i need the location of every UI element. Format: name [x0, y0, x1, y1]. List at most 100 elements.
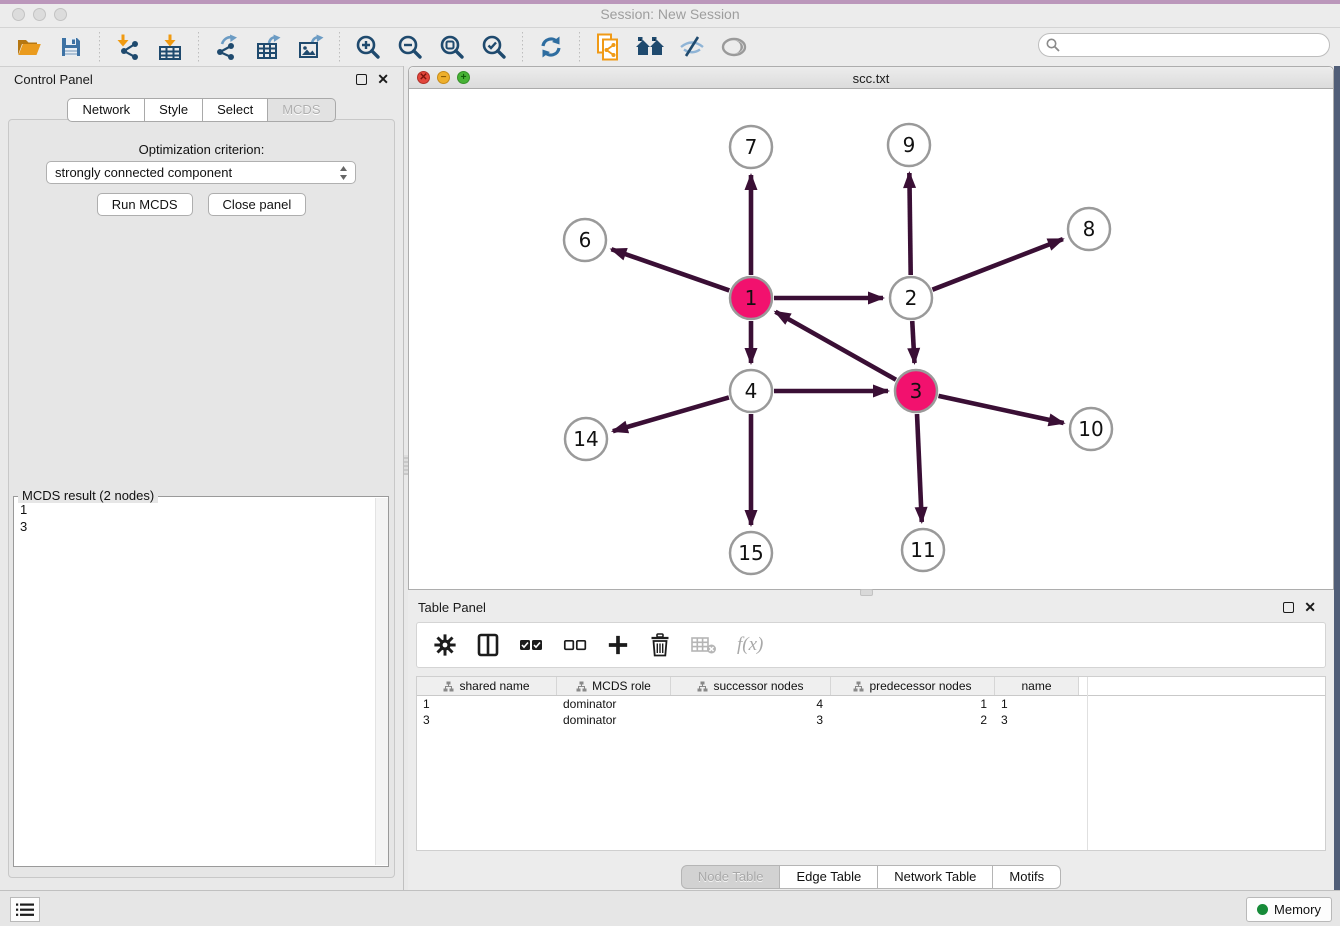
table-row[interactable]: 1 dominator 4 1 1 [417, 696, 1325, 712]
select-all-button[interactable] [519, 638, 543, 652]
result-scrollbar[interactable] [375, 498, 388, 865]
network-graph[interactable]: 1234678910111415 [409, 89, 1333, 589]
import-table-icon [157, 34, 183, 60]
apply-layout-button[interactable] [536, 32, 566, 62]
column-view-button[interactable] [477, 633, 499, 657]
column-divider [1087, 677, 1088, 850]
import-table-button[interactable] [155, 32, 185, 62]
export-network-icon [214, 34, 240, 60]
table-type-tabs: Node Table Edge Table Network Table Moti… [408, 865, 1334, 889]
cell-shared-name[interactable]: 1 [417, 696, 557, 712]
titlebar: Session: New Session [0, 0, 1340, 28]
graph-node-label-2: 2 [905, 286, 918, 310]
zoom-fit-button[interactable] [437, 32, 467, 62]
close-table-panel-icon[interactable]: ✕ [1304, 602, 1316, 613]
cell-predecessor-nodes[interactable]: 2 [831, 712, 995, 728]
add-column-button[interactable] [607, 634, 629, 656]
column-header-successor-nodes[interactable]: successor nodes [671, 677, 831, 695]
cell-mcds-role[interactable]: dominator [557, 712, 671, 728]
horizontal-splitter-handle[interactable] [860, 589, 873, 596]
tab-node-table[interactable]: Node Table [681, 865, 781, 889]
plus-icon [607, 634, 629, 656]
toolbar-separator [339, 32, 340, 62]
column-header-predecessor-nodes[interactable]: predecessor nodes [831, 677, 995, 695]
optimization-select[interactable]: strongly connected component [46, 161, 356, 184]
zoom-out-button[interactable] [395, 32, 425, 62]
control-panel-tabs: Network Style Select MCDS [0, 98, 403, 122]
cell-shared-name[interactable]: 3 [417, 712, 557, 728]
graph-edge-4-14[interactable] [613, 397, 729, 431]
optimization-criterion-label: Optimization criterion: [9, 142, 394, 157]
toolbar-separator [198, 32, 199, 62]
run-mcds-button[interactable]: Run MCDS [97, 193, 193, 216]
open-session-button[interactable] [14, 32, 44, 62]
table-settings-button[interactable] [433, 633, 457, 657]
export-network-button[interactable] [212, 32, 242, 62]
tab-edge-table[interactable]: Edge Table [780, 865, 878, 889]
float-table-panel-icon[interactable] [1283, 602, 1294, 613]
graph-edge-3-10[interactable] [938, 396, 1063, 423]
graph-node-label-8: 8 [1083, 217, 1096, 241]
deselect-all-button[interactable] [563, 638, 587, 652]
cell-successor-nodes[interactable]: 4 [671, 696, 831, 712]
graph-edge-1-6[interactable] [611, 249, 729, 290]
network-window-titlebar[interactable]: ✕ − + scc.txt [409, 67, 1333, 89]
network-canvas[interactable]: 1234678910111415 [409, 89, 1333, 589]
table-toolbar: f(x) [416, 622, 1326, 668]
cell-predecessor-nodes[interactable]: 1 [831, 696, 995, 712]
toolbar-separator [579, 32, 580, 62]
column-header-shared-name[interactable]: shared name [417, 677, 557, 695]
delete-column-button[interactable] [649, 633, 671, 657]
tab-mcds[interactable]: MCDS [268, 98, 335, 122]
close-panel-icon[interactable]: ✕ [377, 74, 389, 85]
refresh-icon [538, 34, 564, 60]
zoom-selected-button[interactable] [479, 32, 509, 62]
hierarchy-icon [697, 681, 708, 692]
node-table[interactable]: shared name MCDS role successor nodes pr… [416, 676, 1326, 851]
zoom-in-icon [355, 34, 381, 60]
function-builder-button[interactable]: f(x) [737, 634, 763, 656]
delete-table-button[interactable] [691, 635, 717, 655]
export-image-button[interactable] [296, 32, 326, 62]
graph-edge-2-8[interactable] [932, 239, 1062, 290]
column-header-name[interactable]: name [995, 677, 1079, 695]
first-neighbors-button[interactable] [635, 32, 665, 62]
table-row[interactable]: 3 dominator 3 2 3 [417, 712, 1325, 728]
tab-network[interactable]: Network [67, 98, 145, 122]
mcds-result-text[interactable]: 1 3 [14, 497, 388, 539]
graph-edge-3-1[interactable] [775, 312, 896, 380]
unchecked-boxes-icon [563, 638, 587, 652]
cell-mcds-role[interactable]: dominator [557, 696, 671, 712]
task-history-button[interactable] [10, 897, 40, 922]
hide-selected-button[interactable] [677, 32, 707, 62]
close-panel-button[interactable]: Close panel [208, 193, 307, 216]
memory-button[interactable]: Memory [1246, 897, 1332, 922]
network-document-icon [595, 33, 621, 61]
control-panel-title: Control Panel [14, 72, 93, 87]
tab-select[interactable]: Select [203, 98, 268, 122]
graph-edge-2-9[interactable] [909, 173, 910, 275]
table-panel-title: Table Panel [418, 600, 486, 615]
tab-style[interactable]: Style [145, 98, 203, 122]
export-table-button[interactable] [254, 32, 284, 62]
tab-motifs[interactable]: Motifs [993, 865, 1061, 889]
cell-name[interactable]: 3 [995, 712, 1079, 728]
network-view-window: ✕ − + scc.txt 1234678910111415 [408, 66, 1334, 590]
graph-edge-2-3[interactable] [912, 321, 914, 363]
show-all-button[interactable] [719, 32, 749, 62]
zoom-in-button[interactable] [353, 32, 383, 62]
search-icon [1046, 38, 1060, 52]
float-panel-icon[interactable] [356, 74, 367, 85]
cell-successor-nodes[interactable]: 3 [671, 712, 831, 728]
tab-network-table[interactable]: Network Table [878, 865, 993, 889]
import-network-icon [115, 34, 141, 60]
search-input[interactable] [1038, 33, 1330, 57]
status-bar: Memory [0, 890, 1340, 926]
import-network-button[interactable] [113, 32, 143, 62]
cell-name[interactable]: 1 [995, 696, 1079, 712]
save-session-button[interactable] [56, 32, 86, 62]
table-header-row: shared name MCDS role successor nodes pr… [417, 677, 1325, 696]
new-network-from-selection-button[interactable] [593, 32, 623, 62]
column-header-mcds-role[interactable]: MCDS role [557, 677, 671, 695]
graph-edge-3-11[interactable] [917, 414, 922, 522]
